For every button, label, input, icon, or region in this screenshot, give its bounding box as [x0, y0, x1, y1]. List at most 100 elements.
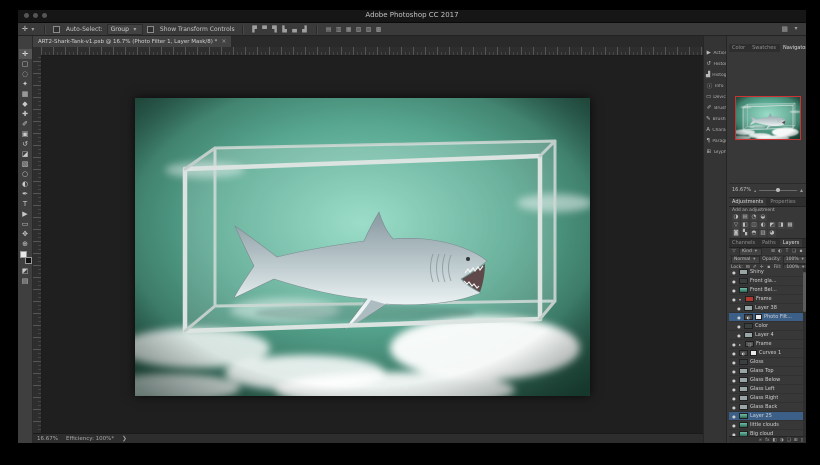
panel-button-brush-presets[interactable]: ✎Brush P... [704, 114, 726, 124]
adjustment-selective-color-icon[interactable]: ◕ [768, 230, 776, 237]
visibility-eye-icon[interactable]: ● [736, 315, 742, 320]
visibility-eye-icon[interactable]: ● [736, 324, 742, 329]
layer-row[interactable]: ●Layer 38 [729, 304, 806, 313]
tab-color[interactable]: Color [729, 44, 748, 52]
layer-row[interactable]: ●▾Frame [729, 295, 806, 304]
distribute-center-v-icon[interactable]: ▥ [335, 26, 343, 33]
visibility-eye-icon[interactable]: ● [731, 423, 737, 428]
tool-history-brush-icon[interactable]: ↺ [19, 139, 32, 149]
layers-scrollbar[interactable] [803, 268, 806, 438]
adjustment-brightness-contrast-icon[interactable]: ◑ [732, 214, 740, 221]
tab-adjustments[interactable]: Adjustments [729, 198, 766, 206]
filter-shape-icon[interactable]: ❏ [791, 249, 797, 254]
adjustment-vibrance-icon[interactable]: ▽ [732, 222, 740, 229]
adjustment-levels-icon[interactable]: ▤ [741, 214, 749, 221]
panel-button-character[interactable]: ACharacter [704, 125, 726, 135]
close-tab-icon[interactable]: × [221, 38, 226, 45]
status-chevron-icon[interactable]: ❯ [122, 436, 127, 442]
adjustment-photo-filter-icon[interactable]: ◩ [768, 222, 776, 229]
group-arrow-icon[interactable]: ▾ [739, 297, 743, 302]
filter-adjustment-icon[interactable]: ◐ [777, 249, 783, 254]
visibility-eye-icon[interactable]: ● [731, 297, 737, 302]
show-transform-checkbox[interactable] [147, 26, 154, 33]
tab-properties[interactable]: Properties [767, 198, 798, 206]
tool-gradient-icon[interactable]: ▧ [19, 159, 32, 169]
visibility-eye-icon[interactable]: ● [731, 288, 737, 293]
opacity-dropdown[interactable]: 100%▾ [783, 256, 806, 264]
visibility-eye-icon[interactable]: ● [731, 387, 737, 392]
tool-brush-icon[interactable]: ✐ [19, 119, 32, 129]
layer-row[interactable]: ●Glass Back [729, 403, 806, 412]
tool-move-icon[interactable]: ✛ [19, 49, 32, 59]
align-right-icon[interactable]: ▜ [271, 26, 279, 33]
tool-path-selection-icon[interactable]: ▶ [19, 209, 32, 219]
tool-quick-mask-icon[interactable]: ◩ [19, 266, 32, 276]
blend-mode-dropdown[interactable]: Normal▾ [731, 256, 760, 264]
zoom-in-icon[interactable]: ▴ [800, 187, 803, 194]
filter-smart-icon[interactable]: ▪ [798, 249, 804, 254]
tool-crop-icon[interactable]: ▦ [19, 89, 32, 99]
layer-row[interactable]: ●Front Bel... [729, 286, 806, 295]
adjustment-threshold-icon[interactable]: ◓ [750, 230, 758, 237]
navigator-zoom-value[interactable]: 16.67% [732, 187, 751, 193]
layer-row[interactable]: ●Front gla... [729, 277, 806, 286]
zoom-slider[interactable] [759, 190, 797, 191]
align-center-h-icon[interactable]: ▀ [261, 26, 269, 33]
fx-icon[interactable]: fx [765, 438, 769, 443]
layer-row[interactable]: ●Glass Left [729, 385, 806, 394]
visibility-eye-icon[interactable]: ● [731, 360, 737, 365]
tool-blur-icon[interactable]: ○ [19, 169, 32, 179]
panel-button-glyphs[interactable]: ⊞Glyphs [704, 147, 726, 157]
adjustment-color-balance-icon[interactable]: ◫ [750, 222, 758, 229]
auto-select-dropdown[interactable]: Group▾ [107, 24, 143, 35]
visibility-eye-icon[interactable]: ● [731, 396, 737, 401]
adjustment-channel-mixer-icon[interactable]: ◨ [777, 222, 785, 229]
tool-lasso-icon[interactable]: ◌ [19, 69, 32, 79]
layer-row[interactable]: ●Layer 4 [729, 331, 806, 340]
visibility-eye-icon[interactable]: ● [731, 279, 737, 284]
status-zoom[interactable]: 16.67% [37, 436, 58, 442]
distribute-center-h-icon[interactable]: ▨ [365, 26, 373, 33]
adjustment-color-lookup-icon[interactable]: ▦ [786, 222, 794, 229]
group-icon[interactable]: ❏ [787, 438, 791, 443]
tool-pen-icon[interactable]: ✒ [19, 189, 32, 199]
tool-healing-brush-icon[interactable]: ✚ [19, 109, 32, 119]
workspace-icon[interactable]: ▦ [781, 25, 788, 33]
tool-shape-icon[interactable]: ▭ [19, 219, 32, 229]
vertical-ruler[interactable] [33, 55, 42, 434]
layer-row[interactable]: ●Shiny [729, 268, 806, 277]
layer-row[interactable]: ●Layer 25 [729, 412, 806, 421]
canvas-image[interactable] [135, 98, 590, 396]
scrollbar-thumb[interactable] [803, 272, 806, 312]
adjustment-black-white-icon[interactable]: ◐ [759, 222, 767, 229]
tab-layers[interactable]: Layers [780, 239, 803, 247]
panel-button-histogram[interactable]: ▟Histogra... [704, 70, 726, 80]
mask-icon[interactable]: ◧ [772, 438, 776, 443]
visibility-eye-icon[interactable]: ● [731, 378, 737, 383]
tab-channels[interactable]: Channels [729, 239, 758, 247]
panel-button-actions[interactable]: ▶Actions [704, 48, 726, 58]
align-top-icon[interactable]: ▙ [281, 26, 289, 33]
tool-hand-icon[interactable]: ✥ [19, 229, 32, 239]
tab-swatches[interactable]: Swatches [749, 44, 779, 52]
tab-navigator[interactable]: Navigator [780, 44, 806, 52]
layer-row[interactable]: ●Glass Below [729, 376, 806, 385]
auto-select-checkbox[interactable] [53, 26, 60, 33]
panel-button-brush[interactable]: ✐Brush [704, 103, 726, 113]
distribute-bottom-icon[interactable]: ▦ [345, 26, 353, 33]
zoom-out-icon[interactable]: ▴ [754, 188, 756, 193]
tool-type-icon[interactable]: T [19, 199, 32, 209]
adjustment-exposure-icon[interactable]: ◒ [759, 214, 767, 221]
navigator-thumbnail[interactable] [736, 97, 800, 139]
layer-row[interactable]: ●▸❏Frame [729, 340, 806, 349]
new-layer-icon[interactable]: ⊞ [794, 438, 798, 443]
align-bottom-icon[interactable]: ▟ [301, 26, 309, 33]
visibility-eye-icon[interactable]: ● [736, 306, 742, 311]
tool-eyedropper-icon[interactable]: ◆ [19, 99, 32, 109]
panel-button-history[interactable]: ↺History [704, 59, 726, 69]
foreground-color[interactable] [20, 251, 27, 258]
layer-row[interactable]: ●◐Photo Filt... [729, 313, 806, 322]
filter-pixel-icon[interactable]: ⊞ [770, 249, 776, 254]
tool-eraser-icon[interactable]: ◪ [19, 149, 32, 159]
adjustment-hue-saturation-icon[interactable]: ◧ [741, 222, 749, 229]
